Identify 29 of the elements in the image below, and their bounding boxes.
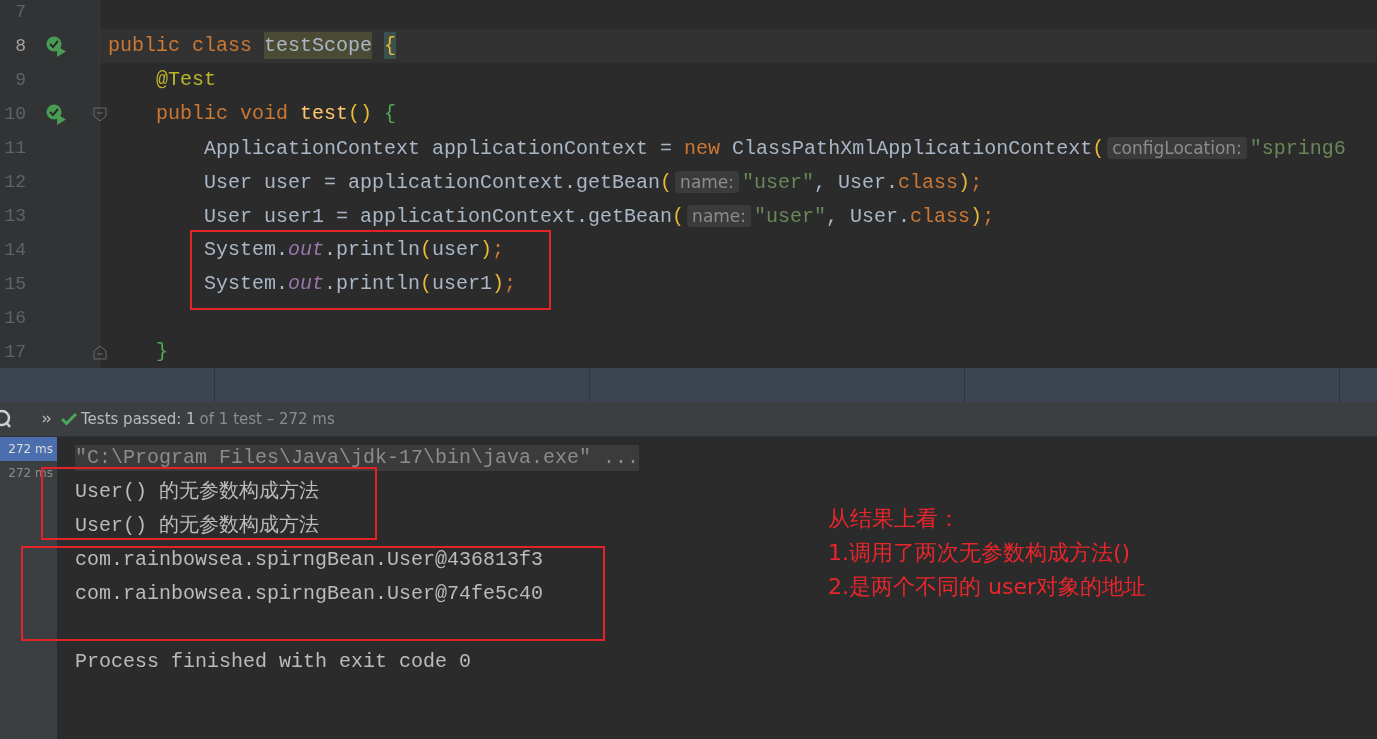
annotation-text: 从结果上看：	[828, 505, 961, 533]
annotation-text: 2.是两个不同的 user对象的地址	[828, 573, 1146, 601]
code-line: }	[155, 339, 168, 365]
run-icon[interactable]	[45, 35, 67, 57]
code-line: @Test	[155, 67, 217, 93]
run-icon[interactable]	[45, 103, 67, 125]
code-line: public void test() {	[155, 101, 397, 127]
code-line: User user = applicationContext.getBean( name: "user", User.class);	[203, 169, 983, 196]
search-icon[interactable]	[0, 409, 12, 429]
fold-icon[interactable]	[92, 106, 108, 122]
line-number: 8	[14, 34, 26, 58]
code-line: User user1 = applicationContext.getBean( name: "user", User.class);	[203, 203, 995, 230]
annotation-text: 1.调用了两次无参数构成方法()	[828, 539, 1132, 567]
console-output: User() 的无参数构成方法	[75, 515, 319, 537]
code-line: System.out.println(user1);	[203, 271, 517, 297]
tests-detail: of 1 test – 272 ms	[199, 408, 335, 430]
code-line: System.out.println(user);	[203, 237, 505, 263]
test-duration[interactable]: 272 ms	[0, 437, 57, 461]
code-line: ApplicationContext applicationContext = new ClassPathXmlApplicationContext( configLocation: "spring6	[203, 135, 1346, 162]
checkmark-icon	[61, 412, 77, 426]
code-line: public class testScope {	[107, 31, 397, 61]
double-chevron-icon[interactable]	[42, 415, 52, 423]
console-output: com.rainbowsea.spirngBean.User@74fe5c40	[75, 583, 544, 605]
console-command: "C:\Program Files\Java\jdk-17\bin\java.exe" ...	[75, 445, 640, 471]
tests-status: Tests passed: 1	[81, 408, 196, 430]
console-output: User() 的无参数构成方法	[75, 481, 319, 503]
fold-icon[interactable]	[92, 344, 108, 360]
console-output: Process finished with exit code 0	[75, 651, 472, 673]
console-output: com.rainbowsea.spirngBean.User@436813f3	[75, 549, 544, 571]
